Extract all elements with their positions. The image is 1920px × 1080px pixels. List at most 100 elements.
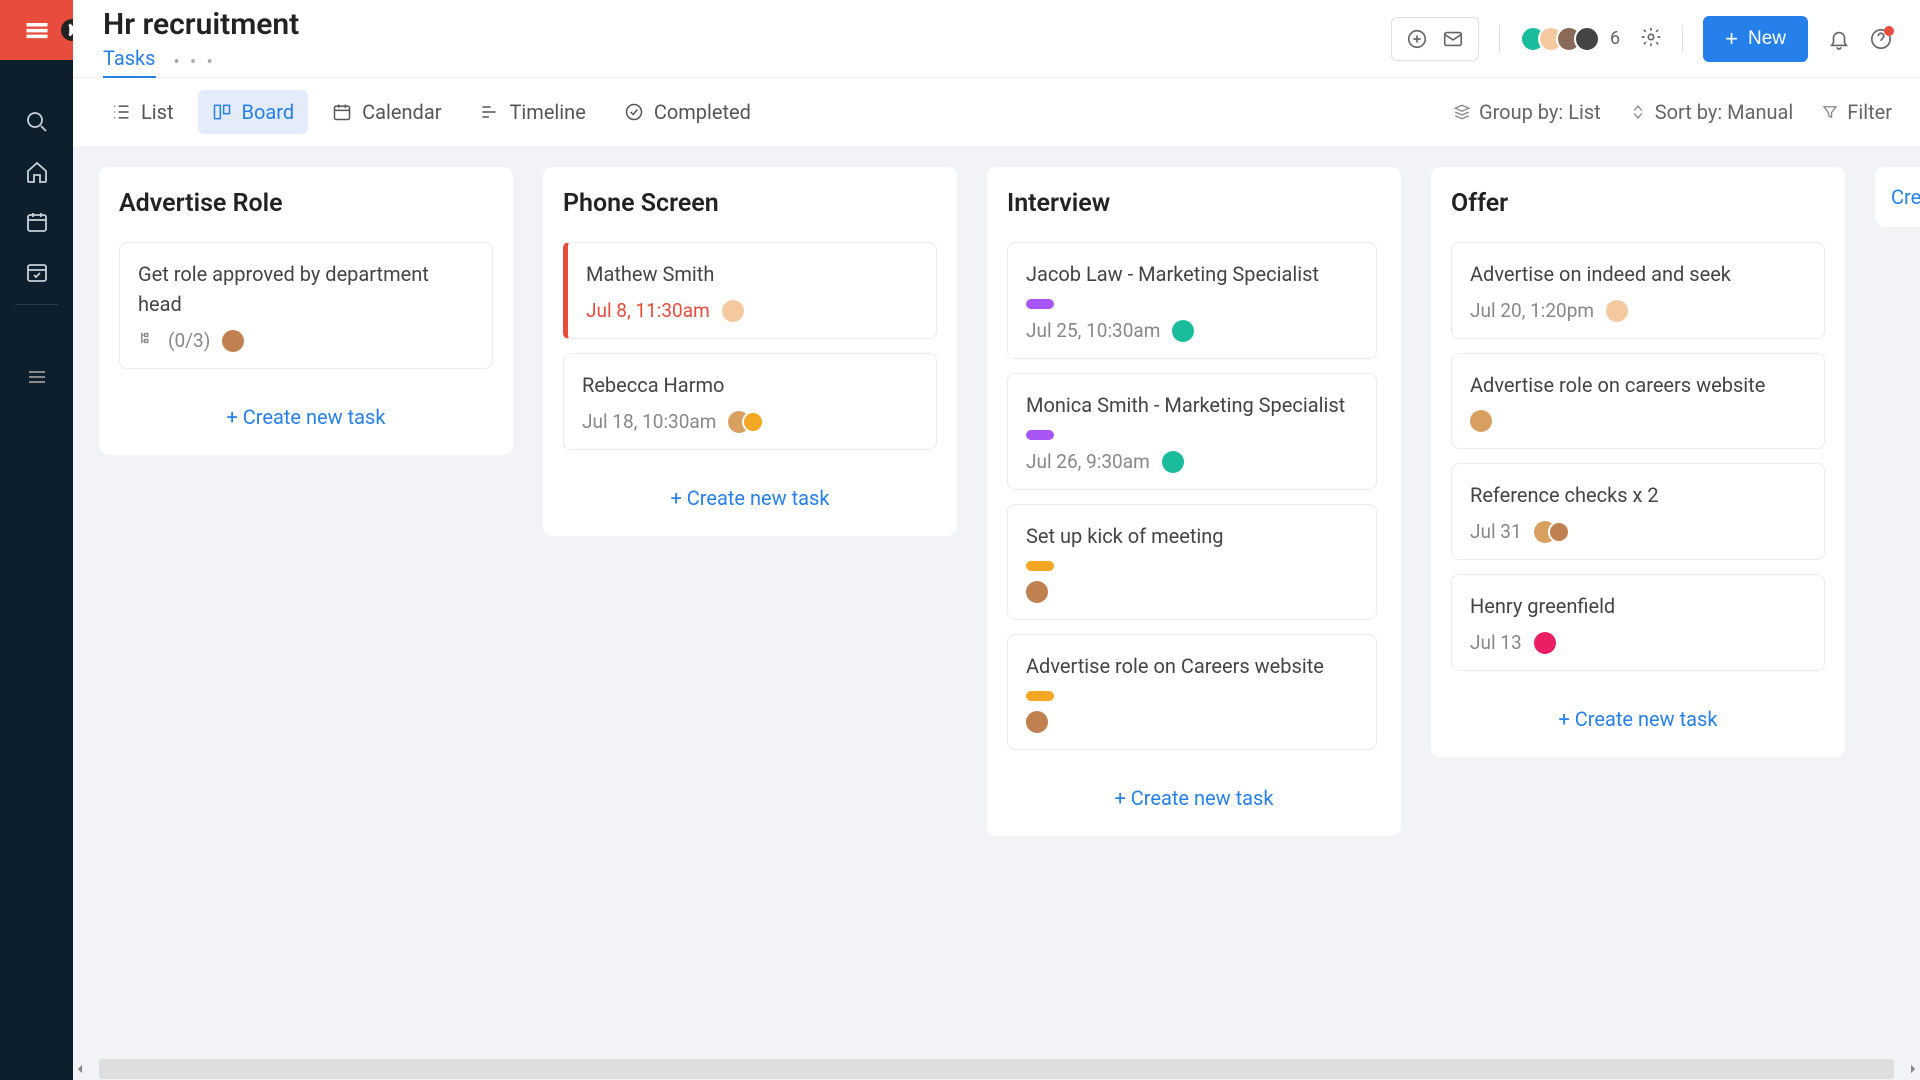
create-column-button[interactable]: Create bbox=[1875, 167, 1920, 227]
task-card[interactable]: Set up kick of meeting bbox=[1007, 504, 1377, 620]
search-icon[interactable] bbox=[25, 110, 49, 134]
scrollbar-track[interactable] bbox=[99, 1059, 1894, 1079]
add-circle-icon[interactable] bbox=[1406, 28, 1428, 50]
task-card[interactable]: Get role approved by department head (0/… bbox=[119, 242, 493, 369]
card-label-pill bbox=[1026, 561, 1054, 571]
column-interview: Interview Jacob Law - Marketing Speciali… bbox=[987, 167, 1401, 836]
column-offer: Offer Advertise on indeed and seek Jul 2… bbox=[1431, 167, 1845, 757]
view-completed[interactable]: Completed bbox=[610, 90, 765, 134]
help-icon[interactable] bbox=[1870, 28, 1892, 50]
view-calendar[interactable]: Calendar bbox=[318, 90, 455, 134]
assignee-avatar bbox=[1548, 521, 1570, 543]
card-date: Jul 31 bbox=[1470, 520, 1522, 543]
header-action-box bbox=[1391, 17, 1479, 61]
horizontal-scrollbar[interactable] bbox=[73, 1058, 1920, 1080]
home-icon[interactable] bbox=[25, 160, 49, 184]
mail-icon[interactable] bbox=[1442, 28, 1464, 50]
card-title: Rebecca Harmo bbox=[582, 370, 918, 400]
subtask-icon bbox=[138, 329, 156, 352]
view-label: Calendar bbox=[362, 100, 441, 124]
bell-icon[interactable] bbox=[1828, 28, 1850, 50]
task-card[interactable]: Reference checks x 2 Jul 31 bbox=[1451, 463, 1825, 560]
card-title: Set up kick of meeting bbox=[1026, 521, 1358, 551]
member-avatars[interactable]: 6 bbox=[1520, 26, 1620, 52]
view-board[interactable]: Board bbox=[198, 90, 309, 134]
view-timeline[interactable]: Timeline bbox=[465, 90, 599, 134]
card-label-pill bbox=[1026, 430, 1054, 440]
schedule-icon[interactable] bbox=[25, 260, 49, 284]
main-area: Hr recruitment Tasks • • • 6 +New bbox=[73, 0, 1920, 1080]
create-task-button[interactable]: + Create new task bbox=[1007, 786, 1381, 810]
view-label: Timeline bbox=[509, 100, 585, 124]
groupby-label: Group by: List bbox=[1479, 100, 1601, 124]
task-card[interactable]: Henry greenfield Jul 13 bbox=[1451, 574, 1825, 671]
task-card[interactable]: Mathew Smith Jul 8, 11:30am bbox=[563, 242, 937, 339]
task-card[interactable]: Rebecca Harmo Jul 18, 10:30am bbox=[563, 353, 937, 450]
assignee-avatar bbox=[1026, 711, 1048, 733]
column-title: Phone Screen bbox=[563, 189, 937, 218]
gear-icon[interactable] bbox=[1640, 26, 1662, 52]
rail-divider bbox=[15, 304, 59, 305]
view-list[interactable]: List bbox=[97, 90, 188, 134]
sort-by[interactable]: Sort by: Manual bbox=[1629, 100, 1794, 124]
calendar-icon[interactable] bbox=[25, 210, 49, 234]
task-card[interactable]: Advertise on indeed and seek Jul 20, 1:2… bbox=[1451, 242, 1825, 339]
tab-tasks[interactable]: Tasks bbox=[103, 46, 156, 79]
view-label: List bbox=[141, 100, 174, 124]
board[interactable]: Advertise Role Get role approved by depa… bbox=[73, 147, 1920, 1080]
assignee-avatar bbox=[1026, 581, 1048, 603]
card-label-pill bbox=[1026, 299, 1054, 309]
card-title: Advertise role on careers website bbox=[1470, 370, 1806, 400]
scroll-right-icon[interactable] bbox=[1906, 1062, 1920, 1076]
filter[interactable]: Filter bbox=[1821, 100, 1892, 124]
assignee-avatar bbox=[222, 330, 244, 352]
task-card[interactable]: Advertise role on careers website bbox=[1451, 353, 1825, 449]
card-title: Henry greenfield bbox=[1470, 591, 1806, 621]
column-title: Interview bbox=[1007, 189, 1381, 218]
scroll-left-icon[interactable] bbox=[73, 1062, 87, 1076]
app-logo[interactable] bbox=[0, 0, 73, 60]
column-phone-screen: Phone Screen Mathew Smith Jul 8, 11:30am… bbox=[543, 167, 957, 536]
card-title: Advertise on indeed and seek bbox=[1470, 259, 1806, 289]
task-card[interactable]: Jacob Law - Marketing Specialist Jul 25,… bbox=[1007, 242, 1377, 359]
card-date: Jul 20, 1:20pm bbox=[1470, 299, 1594, 322]
card-date: Jul 26, 9:30am bbox=[1026, 450, 1150, 473]
tabs-more-icon[interactable]: • • • bbox=[174, 52, 216, 73]
header-divider bbox=[1682, 25, 1683, 53]
card-date: Jul 13 bbox=[1470, 631, 1522, 654]
card-date: Jul 18, 10:30am bbox=[582, 410, 716, 433]
avatar bbox=[1574, 26, 1600, 52]
assignee-avatar bbox=[1606, 300, 1628, 322]
create-task-button[interactable]: + Create new task bbox=[1451, 707, 1825, 731]
notification-dot bbox=[1884, 26, 1894, 36]
assignee-avatar bbox=[1162, 451, 1184, 473]
task-card[interactable]: Advertise role on Careers website bbox=[1007, 634, 1377, 750]
header-divider bbox=[1499, 25, 1500, 53]
card-title: Advertise role on Careers website bbox=[1026, 651, 1358, 681]
group-by[interactable]: Group by: List bbox=[1453, 100, 1601, 124]
assignee-avatar bbox=[1470, 410, 1492, 432]
card-title: Monica Smith - Marketing Specialist bbox=[1026, 390, 1358, 420]
hamburger-icon[interactable] bbox=[25, 365, 49, 393]
new-button[interactable]: +New bbox=[1703, 16, 1808, 62]
card-date: Jul 8, 11:30am bbox=[586, 299, 710, 322]
column-title: Offer bbox=[1451, 189, 1825, 218]
create-task-button[interactable]: + Create new task bbox=[119, 405, 493, 429]
sortby-label: Sort by: Manual bbox=[1655, 100, 1794, 124]
new-button-label: New bbox=[1748, 28, 1786, 50]
card-date: Jul 25, 10:30am bbox=[1026, 319, 1160, 342]
create-task-button[interactable]: + Create new task bbox=[563, 486, 937, 510]
subtask-count: (0/3) bbox=[168, 329, 210, 352]
card-label-pill bbox=[1026, 691, 1054, 701]
filter-label: Filter bbox=[1847, 100, 1892, 124]
card-title: Jacob Law - Marketing Specialist bbox=[1026, 259, 1358, 289]
view-label: Completed bbox=[654, 100, 751, 124]
header: Hr recruitment Tasks • • • 6 +New bbox=[73, 0, 1920, 78]
avatar-count: 6 bbox=[1610, 28, 1620, 49]
view-label: Board bbox=[242, 100, 295, 124]
card-title: Mathew Smith bbox=[586, 259, 918, 289]
left-nav-rail bbox=[0, 0, 73, 1080]
column-advertise-role: Advertise Role Get role approved by depa… bbox=[99, 167, 513, 455]
task-card[interactable]: Monica Smith - Marketing Specialist Jul … bbox=[1007, 373, 1377, 490]
page-title: Hr recruitment bbox=[103, 7, 299, 42]
